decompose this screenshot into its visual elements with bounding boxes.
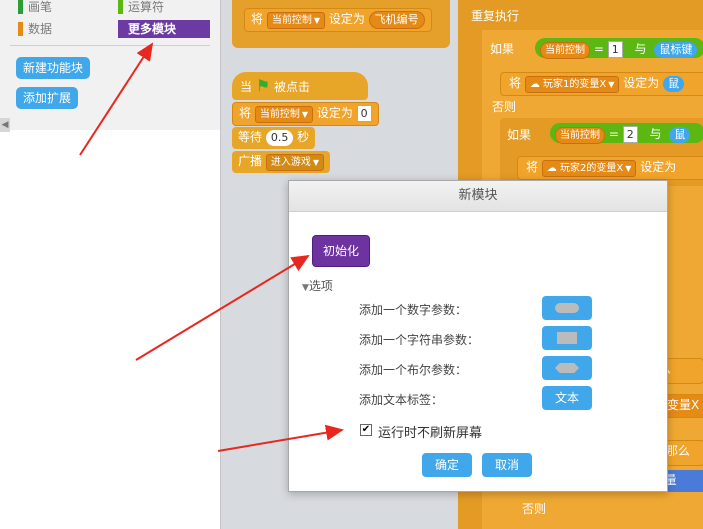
annotation-arrows <box>79 42 344 452</box>
annotation-arrow <box>217 424 344 452</box>
annotation-arrow <box>79 42 154 156</box>
annotation-arrow <box>135 254 310 361</box>
